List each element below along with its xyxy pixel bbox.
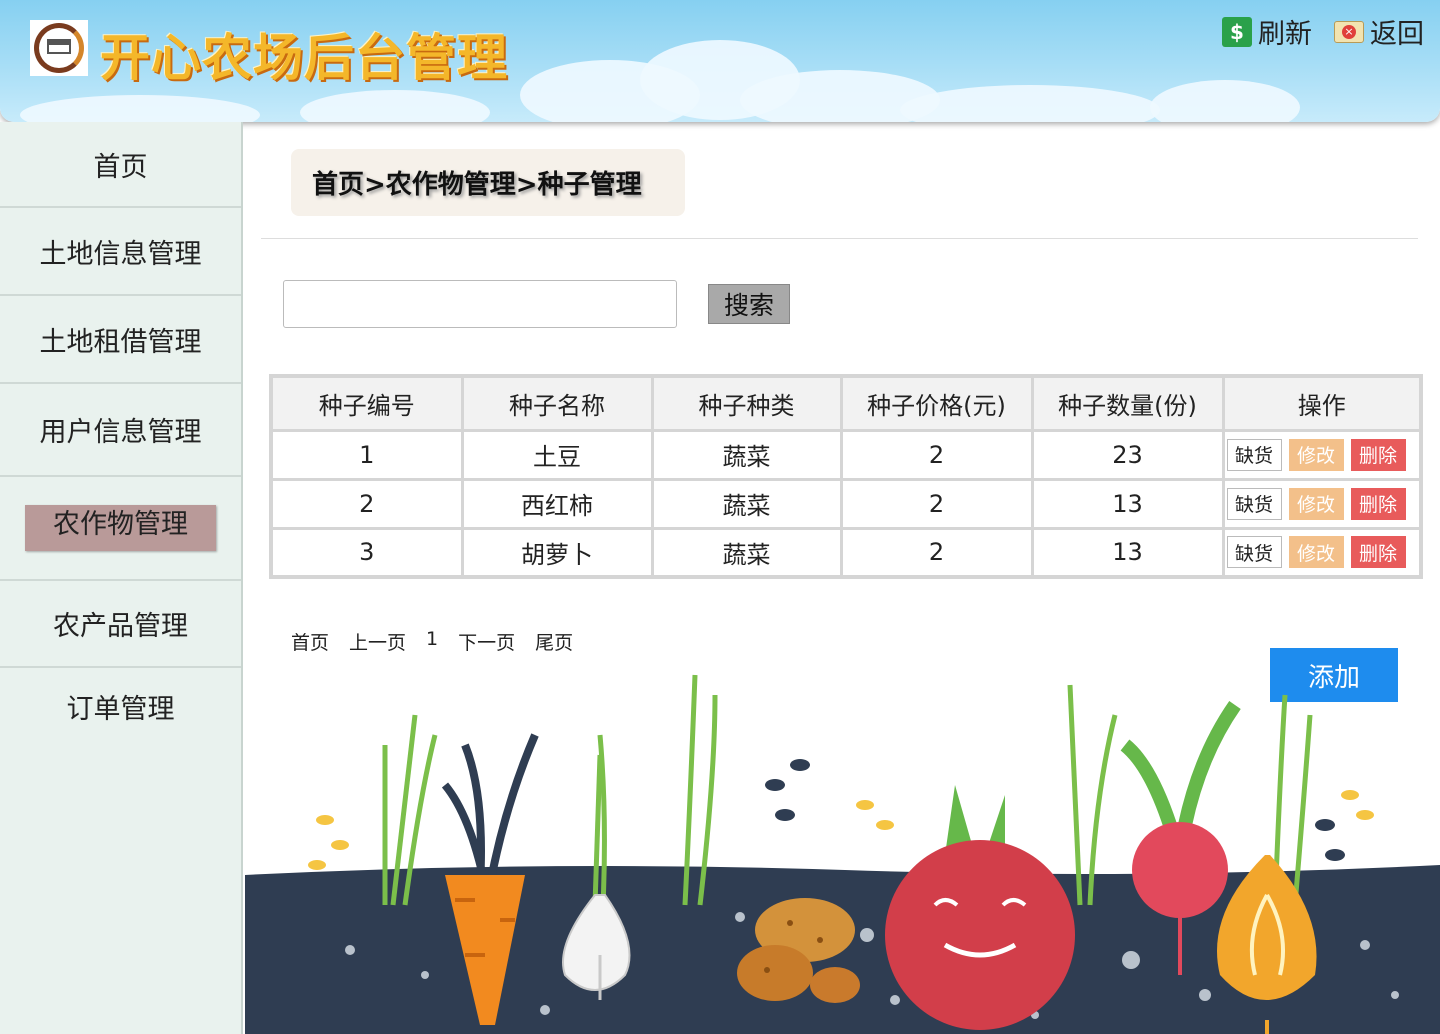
cell-name: 西红柿: [460, 477, 654, 530]
cell-name: 胡萝卜: [460, 526, 654, 579]
pager-current: 1: [426, 628, 439, 650]
search-input[interactable]: [283, 280, 677, 328]
vegetable-illustration: [245, 674, 1440, 1034]
search-button[interactable]: 搜索: [708, 284, 790, 324]
farm-logo-icon: [34, 23, 84, 73]
cell-actions: 缺货 修改 删除: [1221, 526, 1423, 579]
cloud-decoration: [1150, 80, 1300, 122]
cell-quantity: 13: [1030, 526, 1225, 579]
cell-actions: 缺货 修改 删除: [1221, 428, 1423, 481]
column-header-name: 种子名称: [460, 374, 654, 432]
cell-quantity: 23: [1030, 428, 1225, 481]
column-header-type: 种子种类: [650, 374, 843, 432]
cell-quantity: 13: [1030, 477, 1225, 530]
cell-name: 土豆: [460, 428, 654, 481]
edit-button[interactable]: 修改: [1288, 438, 1344, 471]
sidebar-item-products[interactable]: 农产品管理: [0, 581, 241, 668]
cell-type: 蔬菜: [650, 428, 843, 481]
farm-logo: [30, 20, 88, 76]
table-row: 2 西红柿 蔬菜 2 13 缺货 修改 删除: [269, 477, 1423, 530]
sidebar-item-land-info[interactable]: 土地信息管理: [0, 208, 241, 296]
cell-price: 2: [839, 428, 1034, 481]
delete-button[interactable]: 删除: [1350, 487, 1406, 520]
sidebar-item-home[interactable]: 首页: [0, 122, 241, 208]
breadcrumb: 首页>农作物管理>种子管理: [291, 149, 685, 216]
sidebar-item-orders[interactable]: 订单管理: [0, 668, 241, 744]
cell-type: 蔬菜: [650, 477, 843, 530]
cell-id: 1: [269, 428, 464, 481]
out-of-stock-button[interactable]: 缺货: [1226, 536, 1282, 569]
cell-price: 2: [839, 526, 1034, 579]
pager-next[interactable]: 下一页: [458, 628, 515, 655]
table-row: 3 胡萝卜 蔬菜 2 13 缺货 修改 删除: [269, 526, 1423, 579]
cell-actions: 缺货 修改 删除: [1221, 477, 1423, 530]
refresh-button[interactable]: $ 刷新: [1222, 12, 1312, 51]
sidebar-item-crops[interactable]: 农作物管理: [0, 477, 241, 581]
cloud-decoration: [20, 95, 260, 122]
pagination: 首页 上一页 1 下一页 尾页: [291, 628, 573, 655]
cell-type: 蔬菜: [650, 526, 843, 579]
pager-prev[interactable]: 上一页: [349, 628, 406, 655]
back-button[interactable]: × 返回: [1334, 12, 1424, 51]
pager-first[interactable]: 首页: [291, 628, 329, 655]
cloud-decoration: [900, 85, 1160, 122]
seed-table: 种子编号 种子名称 种子种类 种子价格(元) 种子数量(份) 操作 1 土豆 蔬…: [269, 374, 1423, 579]
refresh-icon: $: [1222, 16, 1252, 47]
table-header-row: 种子编号 种子名称 种子种类 种子价格(元) 种子数量(份) 操作: [269, 374, 1423, 432]
back-label: 返回: [1370, 19, 1424, 50]
site-title: 开心农场后台管理: [100, 29, 508, 87]
column-header-quantity: 种子数量(份): [1030, 374, 1225, 432]
cell-id: 3: [269, 526, 464, 579]
cloud-decoration: [300, 90, 490, 122]
dark-sprout-leaves: [765, 759, 1345, 861]
column-header-actions: 操作: [1221, 374, 1423, 432]
cell-id: 2: [269, 477, 464, 530]
sidebar: 首页 土地信息管理 土地租借管理 用户信息管理 农作物管理 农产品管理 订单管理: [0, 122, 243, 1034]
header-banner: 开心农场后台管理 $ 刷新 × 返回: [0, 0, 1440, 122]
edit-button[interactable]: 修改: [1288, 536, 1344, 569]
table-row: 1 土豆 蔬菜 2 23 缺货 修改 删除: [269, 428, 1423, 481]
delete-button[interactable]: 删除: [1350, 438, 1406, 471]
pager-last[interactable]: 尾页: [535, 628, 573, 655]
sidebar-item-land-lease[interactable]: 土地租借管理: [0, 296, 241, 384]
sidebar-item-user-info[interactable]: 用户信息管理: [0, 384, 241, 477]
column-header-price: 种子价格(元): [839, 374, 1034, 432]
out-of-stock-button[interactable]: 缺货: [1226, 487, 1282, 520]
cell-price: 2: [839, 477, 1034, 530]
out-of-stock-button[interactable]: 缺货: [1226, 438, 1282, 471]
divider: [261, 238, 1418, 239]
refresh-label: 刷新: [1258, 19, 1312, 50]
beet-icon: [885, 785, 1075, 1030]
column-header-id: 种子编号: [269, 374, 464, 432]
delete-button[interactable]: 删除: [1350, 536, 1406, 569]
back-icon: ×: [1334, 20, 1364, 43]
edit-button[interactable]: 修改: [1288, 487, 1344, 520]
